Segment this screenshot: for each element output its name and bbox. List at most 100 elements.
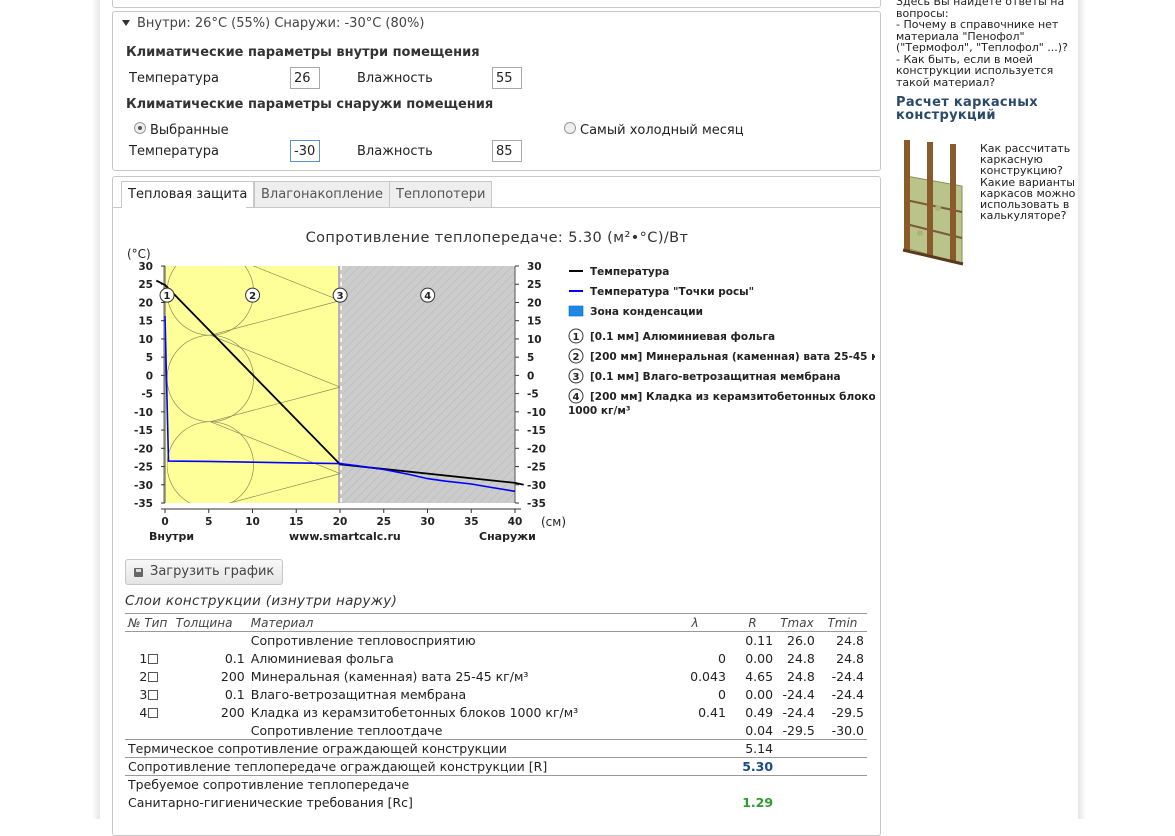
inside-temp-input[interactable] xyxy=(290,67,320,89)
inside-humidity-label: Влажность xyxy=(357,71,433,86)
cell-r: 0.00 xyxy=(745,687,774,702)
inside-header: Климатические параметры внутри помещения xyxy=(126,45,480,60)
thermal-resistance-row: Термическое сопротивление ограждающей ко… xyxy=(125,739,867,758)
legend-item: Температура xyxy=(569,266,669,278)
layer-type-checkbox[interactable] xyxy=(148,708,159,718)
active-tab-cover xyxy=(122,207,246,208)
cell-num: 2 xyxy=(125,668,173,686)
tab-thermal-protection[interactable]: Тепловая защита xyxy=(121,181,255,208)
y-axis-label: (°C) xyxy=(127,247,151,261)
frame-construction-image[interactable] xyxy=(900,138,972,266)
y-tick-label-right: -15 xyxy=(527,425,546,437)
outside-header: Климатические параметры снаружи помещени… xyxy=(126,97,494,112)
chart-watermark: www.smartcalc.ru xyxy=(289,530,401,543)
cell-r: 0.00 xyxy=(745,651,774,666)
layer-marker-1: 1 xyxy=(159,287,175,303)
x-tick-label: 25 xyxy=(376,516,391,528)
thermal-chart: Сопротивление теплопередаче: 5.30 (м²•°С… xyxy=(127,222,875,543)
outside-humidity-input[interactable] xyxy=(492,140,522,162)
y-tick-label-right: -25 xyxy=(527,462,546,474)
collapse-triangle-icon[interactable] xyxy=(122,20,130,26)
chart-title: Сопротивление теплопередаче: 5.30 (м²•°С… xyxy=(306,230,689,246)
cell-tmin: -30.0 xyxy=(831,722,864,738)
climate-summary[interactable]: Внутри: 26°C (55%) Снаружи: -30°C (80%) xyxy=(137,16,424,31)
layer-type-checkbox[interactable] xyxy=(148,690,159,700)
y-tick-label-left: 20 xyxy=(138,297,153,309)
cell-material: Влаго-ветрозащитная мембрана xyxy=(250,687,467,702)
y-tick-label-left: 5 xyxy=(146,352,153,364)
layer-legend-item: 4 [200 мм] Кладка из керамзитобетонных бл… xyxy=(568,388,875,417)
inside-humidity-input[interactable] xyxy=(492,67,522,89)
y-tick-label-right: 25 xyxy=(527,279,542,291)
download-chart-button[interactable]: Загрузить график xyxy=(125,559,284,585)
label-outside: Снаружи xyxy=(479,530,536,543)
cell-material: Сопротивление тепловосприятию xyxy=(250,633,476,649)
sidebar-frame-title[interactable]: Расчет каркасных конструкций xyxy=(896,96,1038,122)
cell-thickness: 0.1 xyxy=(224,651,245,666)
col-tmax: Tmax xyxy=(776,613,818,632)
radio-coldest-label[interactable]: Самый холодный месяц xyxy=(580,123,744,138)
radio-selected-label[interactable]: Выбранные xyxy=(150,123,229,138)
svg-text:2: 2 xyxy=(249,291,256,302)
table-row: 4 200 Кладка из керамзитобетонных блоков 1… xyxy=(125,704,867,722)
cell-r: 0.49 xyxy=(745,705,774,720)
label-inside: Внутри xyxy=(149,530,194,543)
outside-humidity-label: Влажность xyxy=(357,144,433,159)
table-row: 2 200 Минеральная (каменная) вата 25-45 кг… xyxy=(125,668,867,686)
sanitary-label: Санитарно-гигиенические требования [Rc] xyxy=(128,795,413,810)
y-tick-label-left: 15 xyxy=(138,316,153,328)
sidebar-faq-line[interactable]: ("Термофол", "Теплофол" ...)? xyxy=(896,42,1068,54)
col-tmin: Tmin xyxy=(817,613,867,632)
cell-thickness: 200 xyxy=(220,669,245,684)
y-tick-label-right: 5 xyxy=(527,352,534,364)
layer-type-checkbox[interactable] xyxy=(148,672,159,682)
cell-tmin: 24.8 xyxy=(836,651,864,666)
insulation-coil xyxy=(167,222,254,249)
cell-thickness: 200 xyxy=(220,705,245,720)
cell-material: Сопротивление теплоотдаче xyxy=(250,722,443,738)
y-tick-label-left: -10 xyxy=(134,407,153,419)
col-r: R xyxy=(728,613,777,632)
x-tick-label: 40 xyxy=(508,516,523,528)
cell-lambda: 0.043 xyxy=(690,669,726,684)
sidebar-faq-line[interactable]: - Почему в справочнике нет xyxy=(896,19,1058,31)
layer-marker-2: 2 xyxy=(245,287,261,303)
radio-selected[interactable] xyxy=(134,122,146,134)
x-tick-label: 20 xyxy=(333,516,348,528)
cell-tmax: 24.8 xyxy=(787,669,815,684)
y-tick-label-right: -5 xyxy=(527,389,539,401)
y-tick-label-left: 25 xyxy=(138,279,153,291)
table-row: 3 0.1 Влаго-ветрозащитная мембрана 0 0.00 -24… xyxy=(125,686,867,704)
layer-type-checkbox[interactable] xyxy=(148,654,159,664)
cell-r: 0.11 xyxy=(745,633,774,649)
svg-text:[200 мм] Кладка из керамзитобе: [200 мм] Кладка из керамзитобетонных бло… xyxy=(590,391,875,403)
total-resistance-row: Сопротивление теплопередаче ограждающей … xyxy=(125,757,867,776)
svg-text:[0.1 мм] Алюминиевая фольга: [0.1 мм] Алюминиевая фольга xyxy=(590,331,775,343)
y-tick-label-right: 20 xyxy=(527,297,542,309)
svg-text:[200 мм] Минеральная (каменная: [200 мм] Минеральная (каменная) вата 25-… xyxy=(590,351,875,363)
legend-item: Температура "Точки росы" xyxy=(569,286,754,298)
cell-num xyxy=(125,722,173,740)
cell-tmax: -24.4 xyxy=(782,705,815,720)
thermal-resistance-value: 5.14 xyxy=(728,739,777,758)
layer-legend-item: 1 [0.1 мм] Алюминиевая фольга xyxy=(568,328,775,344)
cell-lambda xyxy=(661,722,729,740)
svg-text:4: 4 xyxy=(573,392,580,403)
tab-heat-loss[interactable]: Теплопотери xyxy=(389,181,493,207)
cell-tmax: 24.8 xyxy=(787,651,815,666)
download-button-label: Загрузить график xyxy=(150,564,275,579)
tab-moisture[interactable]: Влагонакопление xyxy=(254,181,391,207)
layer-marker-4: 4 xyxy=(420,287,436,303)
y-tick-label-left: -30 xyxy=(134,480,153,492)
sidebar-faq-line[interactable]: конструкции используется xyxy=(896,65,1053,77)
col-material: Материал xyxy=(247,613,662,632)
x-tick-label: 30 xyxy=(420,516,435,528)
radio-coldest-month[interactable] xyxy=(564,122,576,134)
outside-temp-input[interactable] xyxy=(290,140,320,162)
sanitary-value: 1.29 xyxy=(742,795,774,810)
sidebar-frame-line[interactable]: калькуляторе? xyxy=(980,210,1066,222)
layers-table: № Тип Толщина Материал λ R Tmax Tmin Соп… xyxy=(125,613,867,812)
cell-material: Кладка из керамзитобетонных блоков 1000 … xyxy=(250,705,579,720)
cell-tmin: 24.8 xyxy=(836,633,864,649)
sidebar-faq-line[interactable]: такой материал? xyxy=(896,76,995,89)
